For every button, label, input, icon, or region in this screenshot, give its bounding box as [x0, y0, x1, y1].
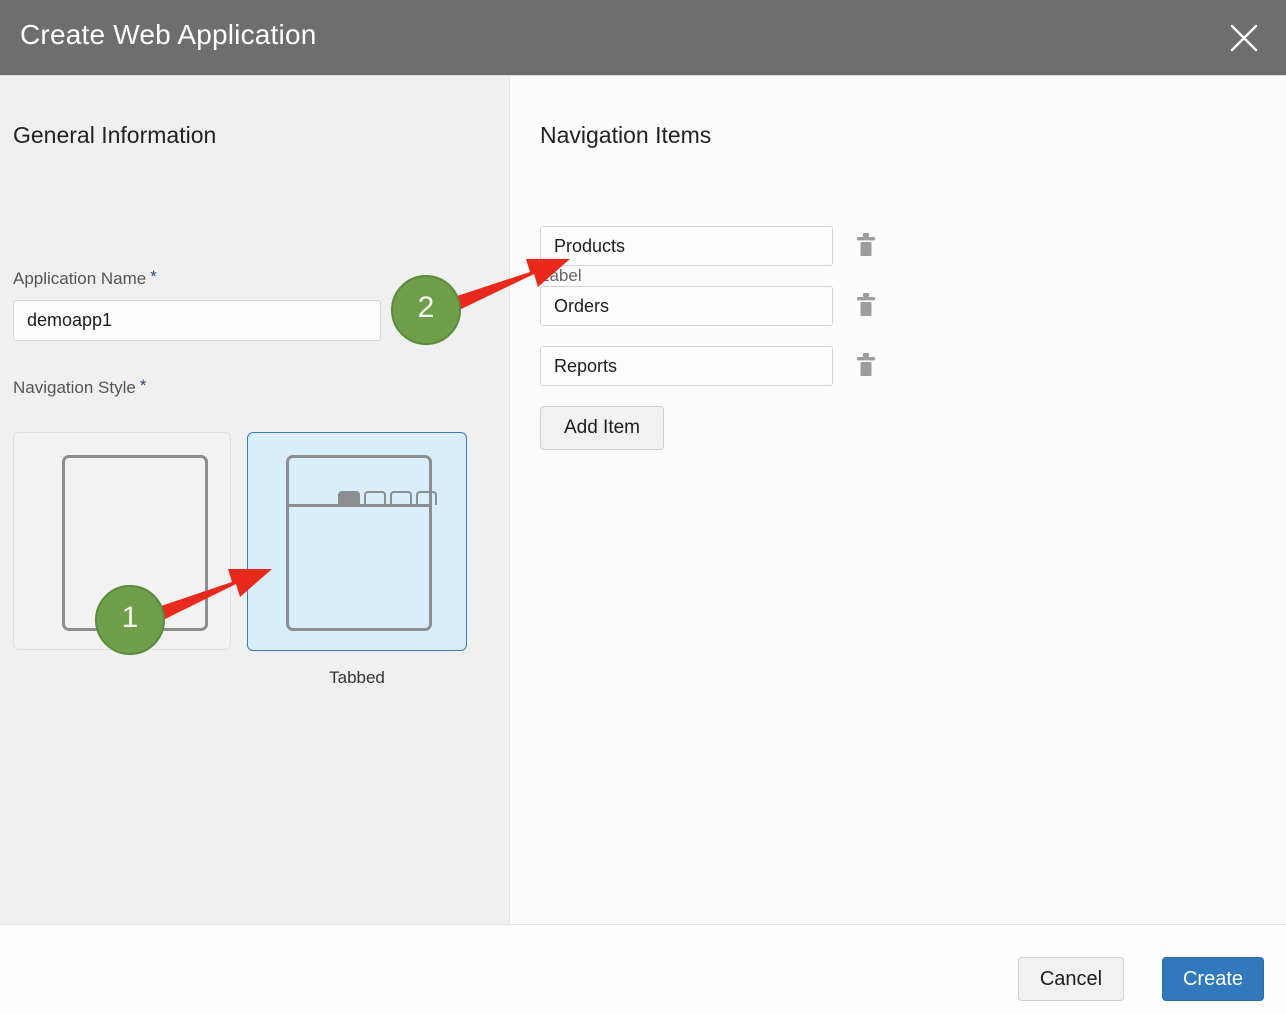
required-asterisk: * [150, 267, 157, 286]
mini-tab [390, 491, 412, 505]
dialog-body: General Information Application Name* Na… [0, 76, 1286, 925]
mini-tab [416, 491, 437, 505]
nav-style-option-tabbed[interactable] [247, 432, 467, 651]
mini-tab-active [338, 491, 360, 505]
tabbed-layout-glyph-icon [286, 455, 437, 631]
application-name-label-text: Application Name [13, 269, 147, 288]
trash-icon[interactable] [853, 352, 879, 380]
application-name-input[interactable] [13, 300, 381, 341]
general-information-title: General Information [13, 122, 217, 148]
label-column-header: Label [540, 266, 582, 285]
navigation-style-label: Navigation Style * [13, 376, 146, 398]
navigation-items-panel: Navigation Items Label Products Orders R… [511, 76, 1286, 924]
create-button[interactable]: Create [1162, 957, 1264, 1001]
application-name-label: Application Name * [13, 267, 157, 289]
cancel-button[interactable]: Cancel [1018, 957, 1124, 1001]
dialog-header: Create Web Application [0, 0, 1286, 76]
trash-icon[interactable] [853, 292, 879, 320]
trash-icon[interactable] [853, 232, 879, 260]
dialog-footer: Cancel Create [0, 925, 1286, 1014]
nav-item-label-input-1[interactable] [540, 286, 833, 326]
add-item-button[interactable]: Add Item [540, 406, 664, 450]
create-web-application-dialog: Create Web Application General Informati… [0, 0, 1286, 1014]
dialog-title: Create Web Application [20, 19, 317, 50]
general-information-panel: General Information Application Name* Na… [0, 76, 510, 924]
nav-style-caption-tabbed: Tabbed [329, 668, 385, 687]
mini-tab [364, 491, 386, 505]
nav-item-label-input-2[interactable] [540, 346, 833, 386]
required-asterisk: * [139, 376, 147, 395]
navigation-style-label-text: Navigation Style [13, 378, 136, 397]
standard-layout-glyph-icon [62, 455, 208, 631]
nav-style-option-standard[interactable] [13, 432, 231, 650]
navigation-items-title: Navigation Items [540, 122, 712, 148]
close-icon[interactable] [1226, 20, 1262, 56]
nav-item-label-input-0[interactable] [540, 226, 833, 266]
